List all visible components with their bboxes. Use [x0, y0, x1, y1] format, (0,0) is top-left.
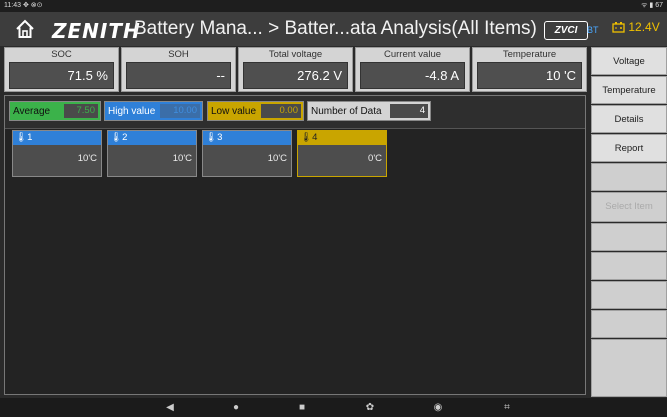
metric-current-value: Current value -4.8 A — [355, 47, 470, 92]
screenshot-icon[interactable]: ⌗ — [497, 398, 517, 417]
average-chip: Average 7.50 — [9, 101, 101, 121]
metric-value: 276.2 V — [243, 62, 348, 89]
temperature-cell[interactable]: 🌡︎1 10'C — [12, 130, 102, 177]
average-label: Average — [13, 106, 51, 117]
summary-bar: Average 7.50 High value 10.00 Low value … — [5, 96, 585, 129]
status-right-icons: ᯤ ▮ 67 — [641, 2, 663, 9]
high-value-value: 10.00 — [160, 104, 200, 118]
cell-header: 🌡︎2 — [108, 131, 196, 145]
data-analysis-panel: Average 7.50 High value 10.00 Low value … — [4, 95, 586, 395]
cell-temperature: 10'C — [267, 153, 287, 164]
empty-button — [591, 163, 667, 191]
low-value-chip: Low value 0.00 — [207, 101, 304, 121]
metric-soh: SOH -- — [121, 47, 236, 92]
empty-button — [591, 339, 667, 397]
car-battery-icon — [612, 22, 625, 33]
status-left: 11:43 ✥ ⊗⊙ — [4, 0, 43, 12]
title-bar: ZENITH Battery Mana... > Batter...ata An… — [0, 12, 667, 46]
temperature-cell[interactable]: 🌡︎4 0'C — [297, 130, 387, 177]
battery-voltage-value: 12.4V — [628, 20, 660, 34]
zvci-connection-icon[interactable]: ZVCI — [544, 21, 588, 40]
metric-value: 71.5 % — [9, 62, 114, 89]
select-item-button[interactable]: Select Item — [591, 192, 667, 222]
high-value-chip: High value 10.00 — [104, 101, 203, 121]
cell-index: 4 — [312, 132, 318, 143]
metric-total-voltage: Total voltage 276.2 V — [238, 47, 353, 92]
battery-voltage-indicator: 12.4V — [612, 20, 660, 34]
home-circle-icon[interactable]: ● — [226, 398, 246, 417]
metric-value: 10 'C — [477, 62, 582, 89]
average-value: 7.50 — [64, 104, 98, 118]
status-left-icons: ✥ ⊗⊙ — [22, 2, 43, 9]
android-nav-bar: ◀ ● ■ ✿ ◉ ⌗ — [0, 398, 667, 417]
report-button[interactable]: Report — [591, 134, 667, 162]
metric-label: Current value — [383, 49, 442, 60]
temperature-cell[interactable]: 🌡︎2 10'C — [107, 130, 197, 177]
metric-label: SOC — [51, 49, 72, 60]
back-icon[interactable]: ◀ — [160, 398, 180, 417]
thermometer-icon: 🌡︎ — [110, 132, 123, 143]
home-icon[interactable] — [14, 18, 36, 40]
thermometer-icon: 🌡︎ — [300, 132, 313, 143]
recents-icon[interactable]: ■ — [292, 398, 312, 417]
high-value-label: High value — [108, 106, 156, 117]
cell-temperature: 0'C — [368, 153, 382, 164]
number-of-data-label: Number of Data — [311, 106, 382, 117]
cell-header: 🌡︎1 — [13, 131, 101, 145]
status-bar: 11:43 ✥ ⊗⊙ ᯤ ▮ 67 — [0, 0, 667, 12]
page-title: Battery Mana... > Batter...ata Analysis(… — [134, 18, 537, 39]
metric-label: Temperature — [502, 49, 557, 60]
cell-temperature: 10'C — [172, 153, 192, 164]
number-of-data-chip: Number of Data 4 — [307, 101, 431, 121]
temperature-button[interactable]: Temperature — [591, 76, 667, 104]
details-button[interactable]: Details — [591, 105, 667, 133]
low-value-value: 0.00 — [261, 104, 301, 118]
metrics-row: SOC 71.5 % SOH -- Total voltage 276.2 V … — [4, 47, 587, 93]
metric-value: -4.8 A — [360, 62, 465, 89]
cell-header: 🌡︎4 — [298, 131, 386, 145]
settings-icon[interactable]: ✿ — [360, 398, 380, 417]
empty-button — [591, 281, 667, 309]
number-of-data-value: 4 — [390, 104, 428, 118]
cell-index: 1 — [27, 132, 33, 143]
metric-label: Total voltage — [268, 49, 323, 60]
side-button-column: Voltage Temperature Details Report Selec… — [591, 47, 667, 397]
metric-value: -- — [126, 62, 231, 89]
cell-header: 🌡︎3 — [203, 131, 291, 145]
browser-icon[interactable]: ◉ — [428, 398, 448, 417]
cell-index: 2 — [122, 132, 128, 143]
status-time: 11:43 — [4, 2, 21, 9]
temperature-cell[interactable]: 🌡︎3 10'C — [202, 130, 292, 177]
metric-soc: SOC 71.5 % — [4, 47, 119, 92]
thermometer-icon: 🌡︎ — [15, 132, 28, 143]
cell-temperature: 10'C — [77, 153, 97, 164]
bt-label: BT — [587, 25, 599, 35]
thermometer-icon: 🌡︎ — [205, 132, 218, 143]
low-value-label: Low value — [211, 106, 257, 117]
cell-index: 3 — [217, 132, 223, 143]
metric-temperature: Temperature 10 'C — [472, 47, 587, 92]
empty-button — [591, 252, 667, 280]
empty-button — [591, 310, 667, 338]
metric-label: SOH — [168, 49, 189, 60]
empty-button — [591, 223, 667, 251]
brand-logo: ZENITH — [52, 19, 141, 43]
voltage-button[interactable]: Voltage — [591, 47, 667, 75]
